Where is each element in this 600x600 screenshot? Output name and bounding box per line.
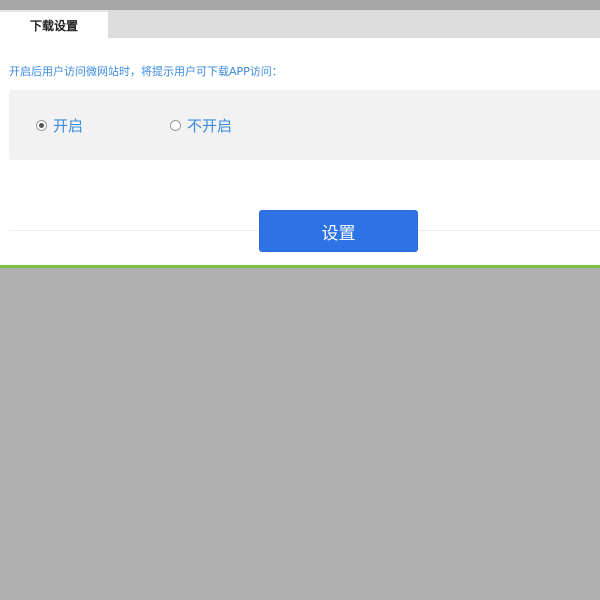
radio-enable-label: 开启 xyxy=(53,116,84,135)
window-top-strip xyxy=(0,0,600,10)
radio-unchecked-icon[interactable] xyxy=(170,119,181,131)
radio-enable[interactable]: 开启 xyxy=(36,90,83,160)
download-settings-panel: 下载设置 开启后用户访问微网站时，将提示用户可下载APP访问： 开启 不开启 设… xyxy=(0,10,600,268)
radio-disable[interactable]: 不开启 xyxy=(170,90,232,160)
tab-download-settings[interactable]: 下载设置 xyxy=(0,10,108,38)
settings-submit-button[interactable]: 设置 xyxy=(259,210,418,252)
tab-bar: 下载设置 xyxy=(0,10,600,38)
download-option-group: 开启 不开启 xyxy=(9,90,600,160)
radio-checked-icon[interactable] xyxy=(36,119,47,131)
download-hint-text: 开启后用户访问微网站时，将提示用户可下载APP访问： xyxy=(9,65,283,78)
radio-disable-label: 不开启 xyxy=(187,116,233,135)
